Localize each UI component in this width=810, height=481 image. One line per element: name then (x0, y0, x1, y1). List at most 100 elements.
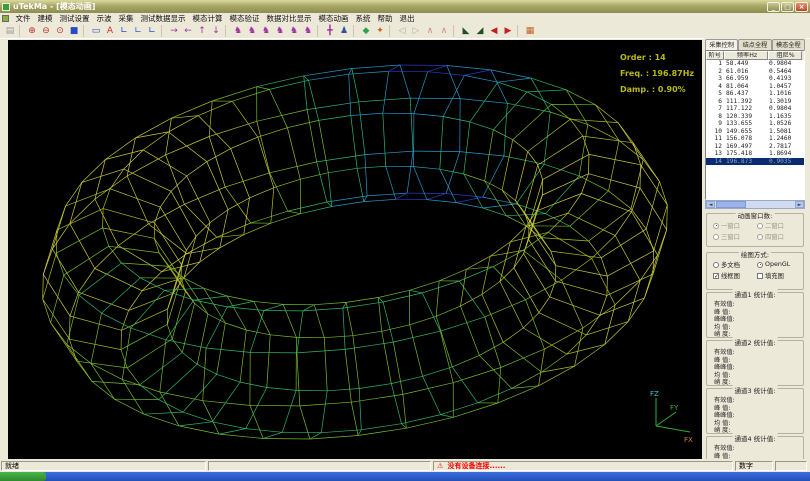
anim-mode-2-icon[interactable]: ♞ (246, 25, 259, 38)
mode-table-header-row: 阶号频率Hz阻尼% (706, 51, 804, 60)
mode-table-row[interactable]: 13175.4181.8694 (706, 150, 804, 158)
pan-right-icon[interactable]: → (168, 25, 181, 38)
move-model-icon[interactable]: ╋ (324, 25, 337, 38)
menu-item-2[interactable]: 建模 (34, 13, 56, 24)
anim-mode-6-icon[interactable]: ♞ (302, 25, 315, 38)
draw-style-option[interactable]: 填充图 (757, 271, 801, 280)
play-forward-icon[interactable]: ▶ (502, 25, 515, 38)
step-forward-icon[interactable]: ◢ (474, 25, 487, 38)
node-plot-icon[interactable]: ∟ (118, 25, 131, 38)
model-view-icon[interactable]: ▭ (90, 25, 103, 38)
anim-window-option[interactable]: 三窗口 (713, 232, 757, 241)
pan-up-icon[interactable]: ↑ (196, 25, 209, 38)
zoom-out-icon[interactable]: ⊖ (40, 25, 53, 38)
pan-left-icon[interactable]: ← (182, 25, 195, 38)
play-back-icon[interactable]: ◀ (488, 25, 501, 38)
draw-mode-option[interactable]: OpenGL (757, 260, 801, 269)
tab-3[interactable]: 模态全程 (772, 39, 805, 50)
channel-4-stats-group: 通道4 统计值:有效值:峰 值:峰峰值:均 值:峭 度: (706, 436, 804, 459)
mode-table-row[interactable]: 261.0160.5464 (706, 68, 804, 76)
mode-table-row[interactable]: 481.0641.0457 (706, 83, 804, 91)
step-back-icon[interactable]: ◣ (460, 25, 473, 38)
anim-mode-1-icon[interactable]: ♞ (232, 25, 245, 38)
os-taskbar (0, 472, 810, 481)
mode-table[interactable]: 阶号频率Hz阻尼% 158.4490.9804261.0160.5464366.… (705, 50, 805, 200)
menu-item-7[interactable]: 模态计算 (189, 13, 226, 24)
stat-label: 均 值: (709, 324, 801, 332)
render-icon[interactable]: ◆ (360, 25, 373, 38)
scroll-right-icon[interactable]: ► (795, 201, 804, 208)
text-label-icon[interactable]: A (104, 25, 117, 38)
scroll-left-icon[interactable]: ◄ (706, 201, 715, 208)
minimize-button[interactable]: _ (767, 2, 780, 12)
anim-mode-5-icon[interactable]: ♞ (288, 25, 301, 38)
status-cell-empty (208, 461, 431, 471)
stat-label: 峰 值: (709, 357, 801, 365)
zoom-in-icon[interactable]: ⊕ (26, 25, 39, 38)
mode-table-row[interactable]: 158.4490.9804 (706, 60, 804, 68)
stat-label: 峰 值: (709, 309, 801, 317)
pan-down-icon[interactable]: ↓ (210, 25, 223, 38)
menu-item-4[interactable]: 示波 (93, 13, 115, 24)
stat-label: 均 值: (709, 420, 801, 428)
tab-1[interactable]: 采集控制 (705, 39, 738, 50)
mode-table-row[interactable]: 9133.6551.0526 (706, 120, 804, 128)
pick-node-icon[interactable]: ♟ (338, 25, 351, 38)
mode-table-row[interactable]: 7117.1220.9804 (706, 105, 804, 113)
flip-up-icon[interactable]: ∧ (424, 25, 437, 38)
draw-mode-option[interactable]: 多文档 (713, 260, 757, 269)
scrollbar-thumb[interactable] (716, 201, 746, 208)
radio-icon (713, 234, 719, 240)
mode-table-row[interactable]: 14196.8730.9035 (706, 158, 804, 166)
menu-item-13[interactable]: 退出 (396, 13, 418, 24)
mode-table-row[interactable]: 6111.3921.3019 (706, 98, 804, 106)
start-button-fragment[interactable] (0, 472, 46, 481)
mode-table-row[interactable]: 10149.6551.5081 (706, 128, 804, 136)
rotate-right-icon[interactable]: ▷ (410, 25, 423, 38)
close-button[interactable]: × (795, 2, 808, 12)
menu-item-5[interactable]: 采集 (115, 13, 137, 24)
anim-window-option[interactable]: 二窗口 (757, 221, 801, 230)
zoom-window-icon[interactable]: ⊙ (54, 25, 67, 38)
draw-style-checkboxes: ✓线框图填充图 (709, 271, 801, 280)
mode-table-row[interactable]: 12169.4972.7817 (706, 143, 804, 151)
mode-table-hscrollbar[interactable]: ◄ ► (705, 200, 805, 209)
compass-icon[interactable]: ✦ (374, 25, 387, 38)
menu-item-8[interactable]: 模态验证 (226, 13, 263, 24)
menu-item-9[interactable]: 数据对比显示 (263, 13, 315, 24)
damp-readout: Damp. : 0.90% (620, 82, 694, 98)
anim-window-option[interactable]: 四窗口 (757, 232, 801, 241)
menu-item-1[interactable]: 文件 (12, 13, 34, 24)
menu-item-3[interactable]: 测试设置 (56, 13, 93, 24)
axis-label-x: FX (684, 436, 693, 444)
menu-item-6[interactable]: 测试数据显示 (137, 13, 189, 24)
save-icon[interactable]: ▤ (4, 25, 17, 38)
3d-viewport[interactable]: Order : 14 Freq. : 196.87Hz Damp. : 0.90… (8, 40, 702, 459)
mode-table-row[interactable]: 11156.0781.2460 (706, 135, 804, 143)
mode-table-row[interactable]: 366.9590.4193 (706, 75, 804, 83)
anim-windows-group: 动画窗口数: 一窗口二窗口三窗口四窗口 (706, 213, 804, 247)
line-plot-icon[interactable]: ∟ (132, 25, 145, 38)
mode-table-row[interactable]: 586.4371.1016 (706, 90, 804, 98)
anim-windows-title: 动画窗口数: (736, 210, 775, 220)
surface-plot-icon[interactable]: ∟ (146, 25, 159, 38)
menu-item-11[interactable]: 系统 (352, 13, 374, 24)
mode-table-row[interactable]: 8120.3391.1635 (706, 113, 804, 121)
exit-anim-icon[interactable]: ▦ (524, 25, 537, 38)
anim-mode-3-icon[interactable]: ♞ (260, 25, 273, 38)
menu-item-12[interactable]: 帮助 (374, 13, 396, 24)
toolbar-separator (389, 25, 393, 37)
menu-bar: 文件建模测试设置示波采集测试数据显示模态计算模态验证数据对比显示模态动画系统帮助… (0, 13, 810, 24)
restore-button[interactable]: □ (781, 2, 794, 12)
flip-down-icon[interactable]: ∧ (438, 25, 451, 38)
toolbar-separator (317, 25, 321, 37)
scrollbar-track[interactable] (746, 201, 795, 208)
draw-style-option[interactable]: ✓线框图 (713, 271, 757, 280)
tab-2[interactable]: 结点全程 (738, 39, 771, 50)
anim-mode-4-icon[interactable]: ♞ (274, 25, 287, 38)
anim-window-option[interactable]: 一窗口 (713, 221, 757, 230)
menu-item-10[interactable]: 模态动画 (315, 13, 352, 24)
rotate-left-icon[interactable]: ◁ (396, 25, 409, 38)
stat-label: 有效值: (709, 301, 801, 309)
fit-view-icon[interactable]: ■ (68, 25, 81, 38)
